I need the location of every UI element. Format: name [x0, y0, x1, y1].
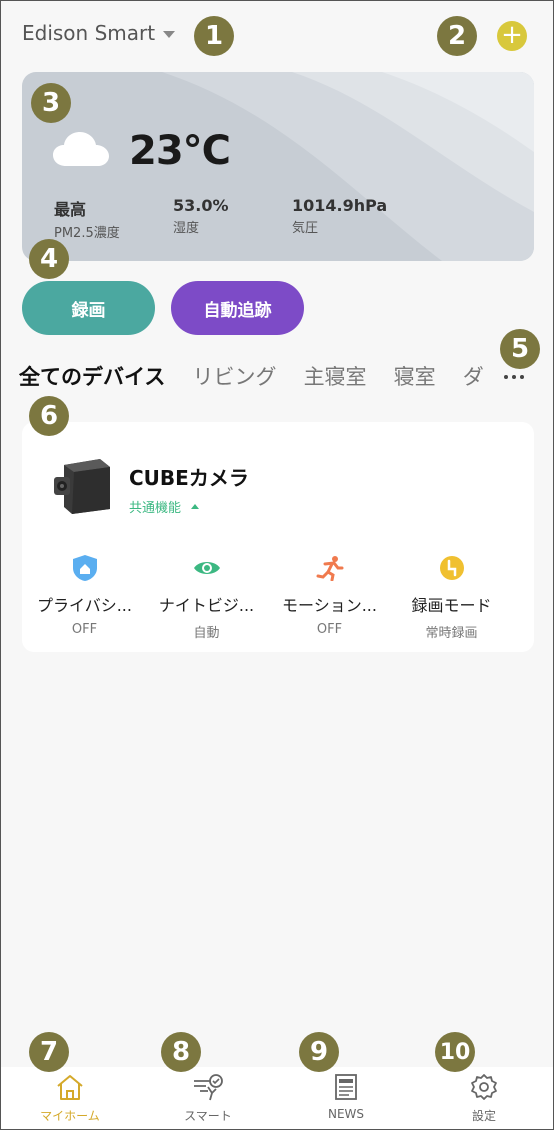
record-mode-feature[interactable]: 録画モード 常時録画 [389, 554, 514, 641]
caret-up-icon [191, 504, 200, 509]
more-rooms-button[interactable] [499, 365, 529, 389]
nav-my-home[interactable]: マイホーム [1, 1067, 139, 1129]
cloud-icon [53, 132, 109, 166]
shield-home-icon [72, 555, 97, 581]
weather-card[interactable]: 23°C 最高 PM2.5濃度 53.0% 湿度 1014.9hPa 気圧 [22, 72, 534, 261]
device-name: CUBEカメラ [129, 466, 249, 490]
record-mode-label: 録画モード [411, 596, 492, 615]
newspaper-icon [335, 1074, 357, 1100]
nav-smart-label: スマート [184, 1109, 232, 1123]
home-name: Edison Smart [22, 21, 156, 45]
annotation-badge-1: 1 [194, 16, 234, 56]
pm25-value: 最高 [54, 200, 87, 219]
nav-my-home-label: マイホーム [40, 1109, 100, 1123]
night-vision-label: ナイトビジ... [158, 596, 255, 615]
gear-icon [471, 1074, 497, 1100]
annotation-badge-2: 2 [437, 16, 477, 56]
record-mode-icon [439, 556, 464, 580]
record-mode-status: 常時録画 [425, 626, 478, 641]
privacy-feature[interactable]: プライバシ... OFF [22, 554, 147, 637]
common-functions-toggle[interactable]: 共通機能 [129, 497, 200, 516]
night-vision-status: 自動 [193, 626, 220, 641]
eye-icon [193, 562, 220, 574]
pm25-stat: 最高 PM2.5濃度 [54, 196, 120, 241]
record-button[interactable]: 録画 [22, 281, 155, 335]
plus-icon: + [501, 20, 523, 50]
room-tabs: 全てのデバイス リビング 主寝室 寝室 ダ [19, 361, 499, 395]
annotation-badge-4: 4 [29, 239, 69, 279]
home-icon [57, 1075, 83, 1100]
tab-bedroom[interactable]: 寝室 [394, 361, 436, 391]
tab-dining[interactable]: ダ [463, 361, 484, 391]
nav-settings-label: 設定 [471, 1109, 496, 1123]
dot [504, 375, 508, 379]
common-functions-label: 共通機能 [129, 501, 182, 516]
pressure-stat: 1014.9hPa 気圧 [292, 196, 387, 236]
annotation-badge-8: 8 [161, 1032, 201, 1072]
privacy-status: OFF [71, 622, 98, 637]
temperature: 23°C [129, 128, 231, 174]
tab-all-devices[interactable]: 全てのデバイス [19, 361, 165, 391]
pm25-label: PM2.5濃度 [54, 226, 120, 241]
nav-smart[interactable]: スマート [139, 1067, 277, 1129]
home-selector[interactable]: Edison Smart [22, 21, 176, 45]
annotation-badge-5: 5 [500, 329, 540, 369]
bottom-navigation: マイホーム スマート NEWS 設定 [1, 1067, 553, 1129]
motion-status: OFF [316, 622, 343, 637]
caret-down-icon [163, 30, 176, 38]
night-vision-feature[interactable]: ナイトビジ... 自動 [144, 554, 269, 641]
pressure-label: 気圧 [292, 221, 319, 236]
humidity-value: 53.0% [173, 196, 229, 215]
smart-scene-icon [194, 1074, 223, 1101]
dot [512, 375, 516, 379]
tab-living[interactable]: リビング [192, 361, 276, 391]
motion-label: モーション... [282, 596, 377, 615]
pressure-value: 1014.9hPa [292, 196, 388, 215]
cube-camera-image [54, 459, 110, 514]
annotation-badge-7: 7 [29, 1032, 69, 1072]
tab-master-bedroom[interactable]: 主寝室 [304, 361, 367, 391]
privacy-label: プライバシ... [37, 596, 132, 615]
humidity-stat: 53.0% 湿度 [173, 196, 229, 236]
annotation-badge-3: 3 [31, 83, 71, 123]
annotation-badge-6: 6 [29, 396, 69, 436]
auto-track-button[interactable]: 自動追跡 [171, 281, 304, 335]
running-person-icon [316, 556, 343, 581]
nav-news-label: NEWS [327, 1107, 365, 1121]
nav-settings[interactable]: 設定 [415, 1067, 553, 1129]
nav-news[interactable]: NEWS [277, 1067, 415, 1129]
dot [520, 375, 524, 379]
motion-feature[interactable]: モーション... OFF [267, 554, 392, 637]
annotation-badge-10: 10 [435, 1032, 475, 1072]
humidity-label: 湿度 [173, 221, 200, 236]
add-device-button[interactable]: + [497, 21, 527, 51]
annotation-badge-9: 9 [299, 1032, 339, 1072]
device-card[interactable]: CUBEカメラ 共通機能 プライバシ... OFF ナイトビジ... 自動 モー… [22, 422, 534, 652]
